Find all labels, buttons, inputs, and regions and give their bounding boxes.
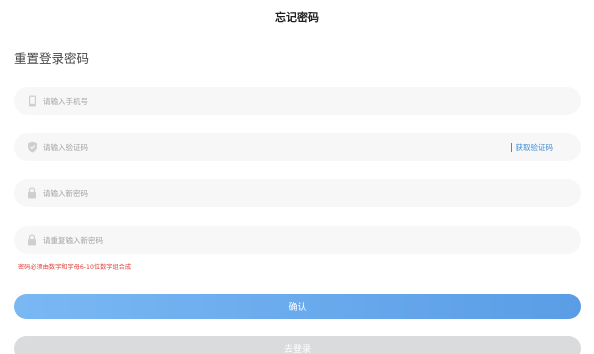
lock-icon xyxy=(26,187,38,199)
phone-input[interactable] xyxy=(43,87,581,115)
forgot-password-page: 忘记密码 重置登录密码 获取验证码 密码必须由数字和字母6-10位数字组合成 确… xyxy=(0,0,594,354)
phone-field[interactable] xyxy=(14,87,581,115)
confirm-password-input[interactable] xyxy=(43,226,581,254)
shield-icon xyxy=(26,141,38,153)
verification-code-input[interactable] xyxy=(43,133,511,161)
page-title: 忘记密码 xyxy=(275,11,319,24)
new-password-input[interactable] xyxy=(43,179,581,207)
password-hint: 密码必须由数字和字母6-10位数字组合成 xyxy=(18,264,132,271)
new-password-field[interactable] xyxy=(14,179,581,207)
go-login-button[interactable]: 去登录 xyxy=(14,336,581,354)
get-code-button[interactable]: 获取验证码 xyxy=(510,142,553,152)
confirm-button[interactable]: 确认 xyxy=(14,294,581,319)
lock-icon xyxy=(26,234,38,246)
verification-code-field[interactable]: 获取验证码 xyxy=(14,133,581,161)
section-title: 重置登录密码 xyxy=(14,51,90,66)
phone-icon xyxy=(26,95,38,107)
confirm-password-field[interactable] xyxy=(14,226,581,254)
